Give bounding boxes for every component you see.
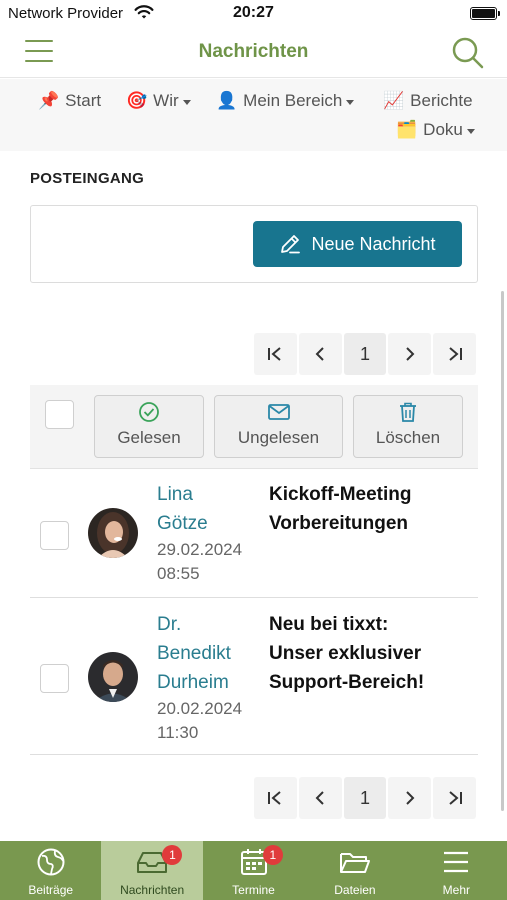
nav-item-label: Berichte: [410, 91, 473, 110]
message-subject[interactable]: Kickoff-Meeting Vorbereitungen: [269, 480, 469, 538]
unread-badge: 1: [162, 845, 183, 865]
pagination-top: 1: [254, 333, 478, 375]
pagination-bottom: 1: [254, 777, 478, 819]
app-header: Nachrichten: [0, 30, 507, 78]
message-checkbox[interactable]: [40, 521, 69, 550]
nav-item-doku[interactable]: 🗂️ Doku: [396, 120, 475, 140]
envelope-icon: [267, 404, 290, 420]
last-page-button[interactable]: [433, 777, 476, 819]
last-page-button[interactable]: [433, 333, 476, 375]
mark-unread-button[interactable]: Ungelesen: [214, 395, 343, 458]
compose-card: Neue Nachricht: [30, 205, 478, 283]
mark-read-label: Gelesen: [117, 428, 181, 447]
top-navigation: 📌 Start 🎯 Wir 👤 Mein Bereich 📈 Berichte …: [0, 79, 507, 151]
tab-label: Mehr: [442, 883, 470, 897]
next-page-button[interactable]: [388, 777, 432, 819]
mark-unread-label: Ungelesen: [237, 428, 320, 447]
message-date: 29.02.2024 08:55: [157, 540, 243, 583]
battery-icon: [470, 7, 500, 20]
nav-item-label: Mein Bereich: [243, 91, 343, 110]
sender-name[interactable]: Lina Götze: [157, 480, 257, 538]
search-icon[interactable]: [451, 36, 485, 70]
target-icon: 🎯: [126, 91, 148, 110]
prev-page-button[interactable]: [298, 333, 342, 375]
tab-nachrichten[interactable]: 1 Nachrichten: [101, 841, 203, 900]
check-circle-icon: [139, 402, 159, 422]
event-badge: 1: [262, 845, 283, 865]
tab-dateien[interactable]: Dateien: [304, 841, 405, 900]
delete-label: Löschen: [375, 428, 441, 447]
clock: 20:27: [233, 4, 274, 21]
avatar: [88, 652, 138, 702]
last-page-icon: [448, 347, 462, 361]
main-content[interactable]: POSTEINGANG Neue Nachricht 1 Gelesen Ung…: [0, 151, 507, 841]
wifi-icon: [134, 5, 154, 19]
inbox-title: POSTEINGANG: [30, 170, 145, 187]
page-title: Nachrichten: [198, 41, 309, 62]
folder-tabs-icon: 🗂️: [396, 120, 418, 139]
chevron-left-icon: [315, 791, 324, 805]
next-page-button[interactable]: [388, 333, 432, 375]
message-subject[interactable]: Neu bei tixxt: Unser exklusiver Support-…: [269, 610, 469, 697]
tab-label: Termine: [232, 883, 275, 897]
carrier-label: Network Provider: [8, 5, 124, 22]
user-icon: 👤: [216, 91, 238, 110]
trash-icon: [400, 402, 416, 422]
message-row[interactable]: Dr. Benedikt Durheim 20.02.2024 11:30 Ne…: [30, 598, 478, 755]
message-actions-toolbar: Gelesen Ungelesen Löschen: [30, 385, 478, 469]
nav-item-label: Doku: [423, 120, 463, 139]
last-page-icon: [448, 791, 462, 805]
status-bar: Network Provider 20:27: [0, 0, 507, 30]
first-page-button[interactable]: [254, 777, 297, 819]
tab-beitraege[interactable]: Beiträge: [0, 841, 101, 900]
chart-icon: 📈: [383, 91, 405, 110]
current-page[interactable]: 1: [343, 777, 387, 819]
mark-read-button[interactable]: Gelesen: [94, 395, 204, 458]
nav-item-start[interactable]: 📌 Start: [38, 91, 101, 111]
nav-item-label: Wir: [153, 91, 179, 110]
chevron-right-icon: [406, 791, 415, 805]
chevron-right-icon: [406, 347, 415, 361]
tab-label: Dateien: [334, 883, 376, 897]
nav-item-mein-bereich[interactable]: 👤 Mein Bereich: [216, 91, 355, 111]
avatar: [88, 508, 138, 558]
first-page-icon: [268, 347, 282, 361]
delete-button[interactable]: Löschen: [353, 395, 463, 458]
globe-icon: [37, 848, 65, 876]
new-message-button[interactable]: Neue Nachricht: [253, 221, 462, 267]
pencil-icon: [281, 235, 301, 254]
message-row[interactable]: Lina Götze 29.02.2024 08:55 Kickoff-Meet…: [30, 469, 478, 598]
caret-down-icon: [182, 99, 191, 105]
new-message-label: Neue Nachricht: [311, 233, 436, 254]
first-page-button[interactable]: [254, 333, 297, 375]
prev-page-button[interactable]: [298, 777, 342, 819]
select-all-checkbox[interactable]: [45, 400, 74, 429]
current-page[interactable]: 1: [343, 333, 387, 375]
tab-mehr[interactable]: Mehr: [406, 841, 507, 900]
folder-icon: [339, 853, 370, 873]
nav-item-berichte[interactable]: 📈 Berichte: [383, 91, 473, 111]
nav-item-wir[interactable]: 🎯 Wir: [126, 91, 191, 111]
nav-item-label: Start: [65, 91, 102, 110]
message-date: 20.02.2024 11:30: [157, 699, 243, 742]
chevron-left-icon: [315, 347, 324, 361]
avatar-photo: [88, 652, 138, 702]
pushpin-icon: 📌: [38, 91, 60, 110]
tab-termine[interactable]: 1 Termine: [203, 841, 304, 900]
caret-down-icon: [466, 128, 475, 134]
sender-name[interactable]: Dr. Benedikt Durheim: [157, 610, 257, 697]
tab-label: Beiträge: [28, 883, 74, 897]
scrollbar[interactable]: [501, 291, 504, 811]
bottom-tab-bar: Beiträge 1 Nachrichten 1 Termine Dateien: [0, 841, 507, 900]
tab-label: Nachrichten: [120, 883, 185, 897]
message-checkbox[interactable]: [40, 664, 69, 693]
menu-icon: [444, 851, 469, 873]
first-page-icon: [268, 791, 282, 805]
avatar-photo: [88, 508, 138, 558]
caret-down-icon: [346, 99, 355, 105]
